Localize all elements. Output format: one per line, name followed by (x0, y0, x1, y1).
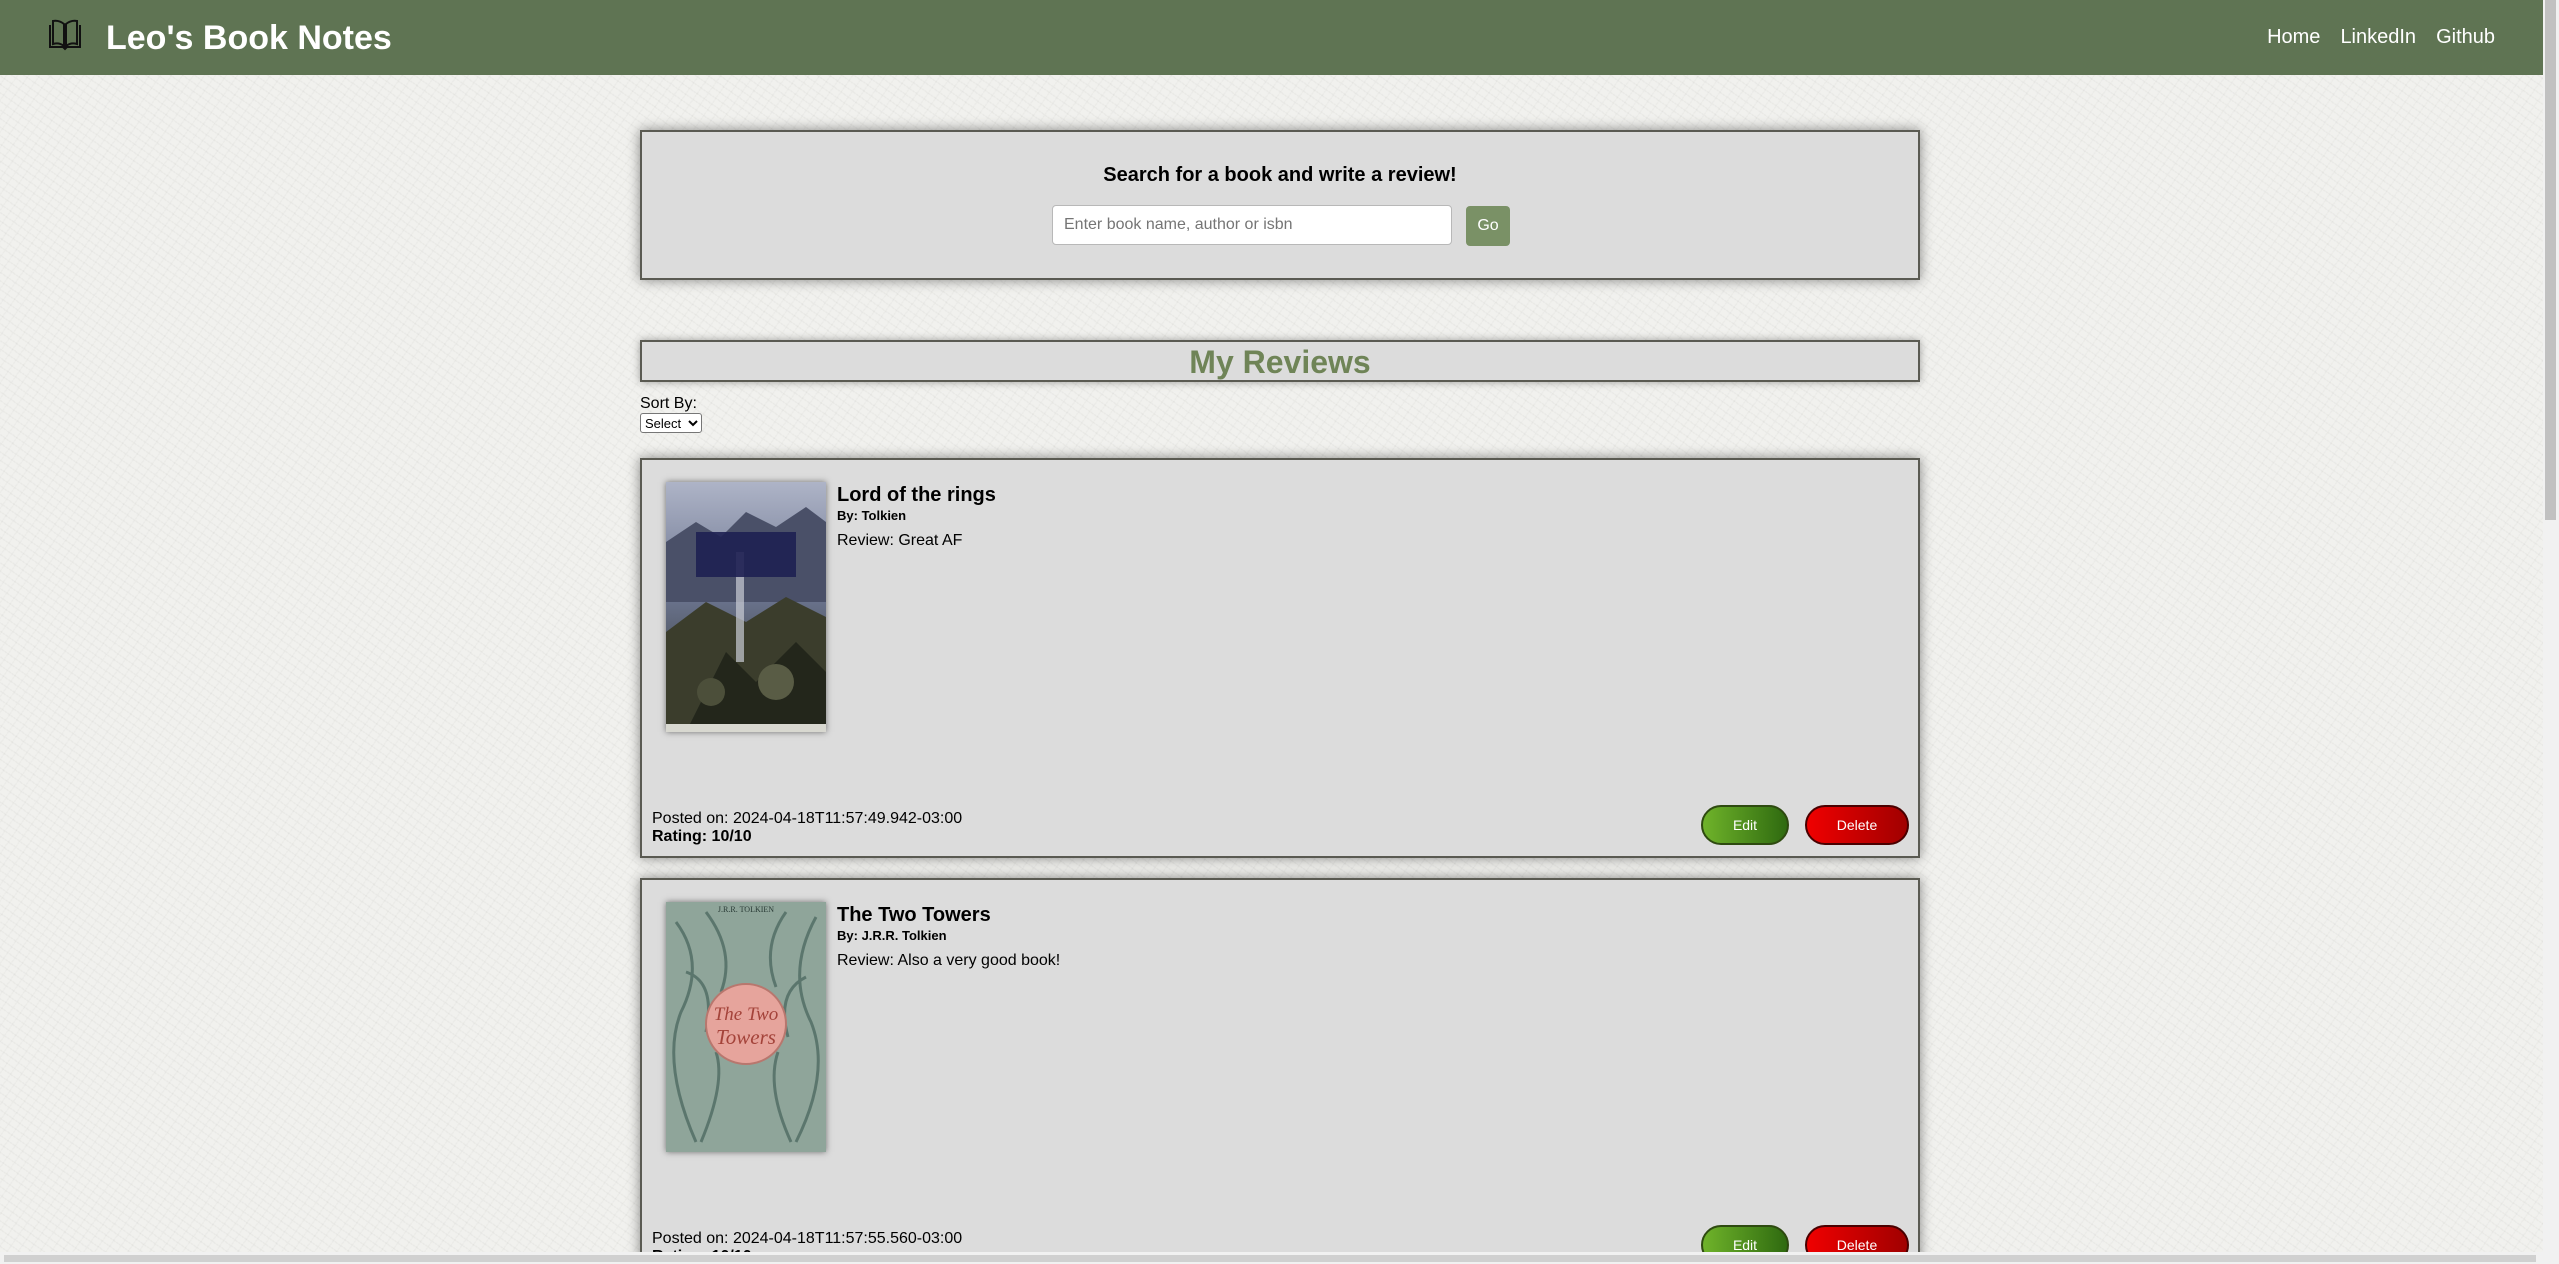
delete-button[interactable]: Delete (1805, 805, 1909, 845)
book-author: By: Tolkien (837, 508, 906, 523)
author-value: J.R.R. Tolkien (861, 928, 947, 943)
cover-author: J.R.R. TOLKIEN (718, 905, 774, 914)
vertical-scrollbar-thumb[interactable] (2545, 0, 2556, 520)
open-book-icon[interactable] (47, 17, 83, 53)
review-text: Great AF (898, 532, 963, 549)
rating-label: Rating: (652, 828, 712, 845)
posted-label: Posted on: (652, 810, 733, 827)
review-text: Also a very good book! (897, 952, 1061, 969)
cover-title-line2: Towers (716, 1025, 776, 1049)
horizontal-scrollbar-thumb[interactable] (4, 1255, 2536, 1262)
posted-label: Posted on: (652, 1230, 733, 1247)
navbar: Leo's Book Notes Home LinkedIn Github (0, 0, 2543, 75)
book-cover-image: J.R.R. TOLKIEN The Two Towers (666, 902, 826, 1152)
review-card: Lord of the rings By: Tolkien Review: Gr… (640, 458, 1920, 858)
posted-date: Posted on: 2024-04-18T11:57:55.560-03:00 (652, 1230, 962, 1248)
book-review: Review: Also a very good book! (837, 952, 1060, 970)
book-cover-image (666, 482, 826, 732)
book-review: Review: Great AF (837, 532, 962, 550)
review-label: Review: (837, 532, 899, 549)
posted-value: 2024-04-18T11:57:49.942-03:00 (732, 810, 963, 827)
nav-links: Home LinkedIn Github (2267, 24, 2495, 50)
rating: Rating: 10/10 (652, 828, 752, 846)
go-button[interactable]: Go (1466, 206, 1510, 246)
search-heading: Search for a book and write a review! (1103, 164, 1457, 186)
sort-select[interactable]: Select (640, 413, 702, 433)
cover-title-line1: The Two (714, 1004, 779, 1025)
nav-home-link[interactable]: Home (2267, 24, 2320, 50)
posted-date: Posted on: 2024-04-18T11:57:49.942-03:00 (652, 810, 962, 828)
search-panel: Search for a book and write a review! Go (640, 130, 1920, 280)
page-title: My Reviews (1189, 344, 1371, 380)
author-label: By: (837, 508, 862, 523)
posted-value: 2024-04-18T11:57:55.560-03:00 (732, 1230, 963, 1247)
edit-button[interactable]: Edit (1701, 805, 1789, 845)
review-card: J.R.R. TOLKIEN The Two Towers The Two To… (640, 878, 1920, 1264)
rating-value: 10/10 (711, 828, 752, 845)
search-input[interactable] (1052, 205, 1452, 245)
author-value: Tolkien (861, 508, 907, 523)
book-author: By: J.R.R. Tolkien (837, 928, 947, 943)
nav-linkedin-link[interactable]: LinkedIn (2340, 24, 2416, 50)
nav-github-link[interactable]: Github (2436, 24, 2495, 50)
reviews-header: My Reviews (640, 340, 1920, 382)
book-title: Lord of the rings (837, 484, 996, 506)
sort-label: Sort By: (640, 395, 697, 412)
review-label: Review: (837, 952, 898, 969)
author-label: By: (837, 928, 862, 943)
site-title[interactable]: Leo's Book Notes (106, 18, 392, 58)
book-title: The Two Towers (837, 904, 991, 926)
